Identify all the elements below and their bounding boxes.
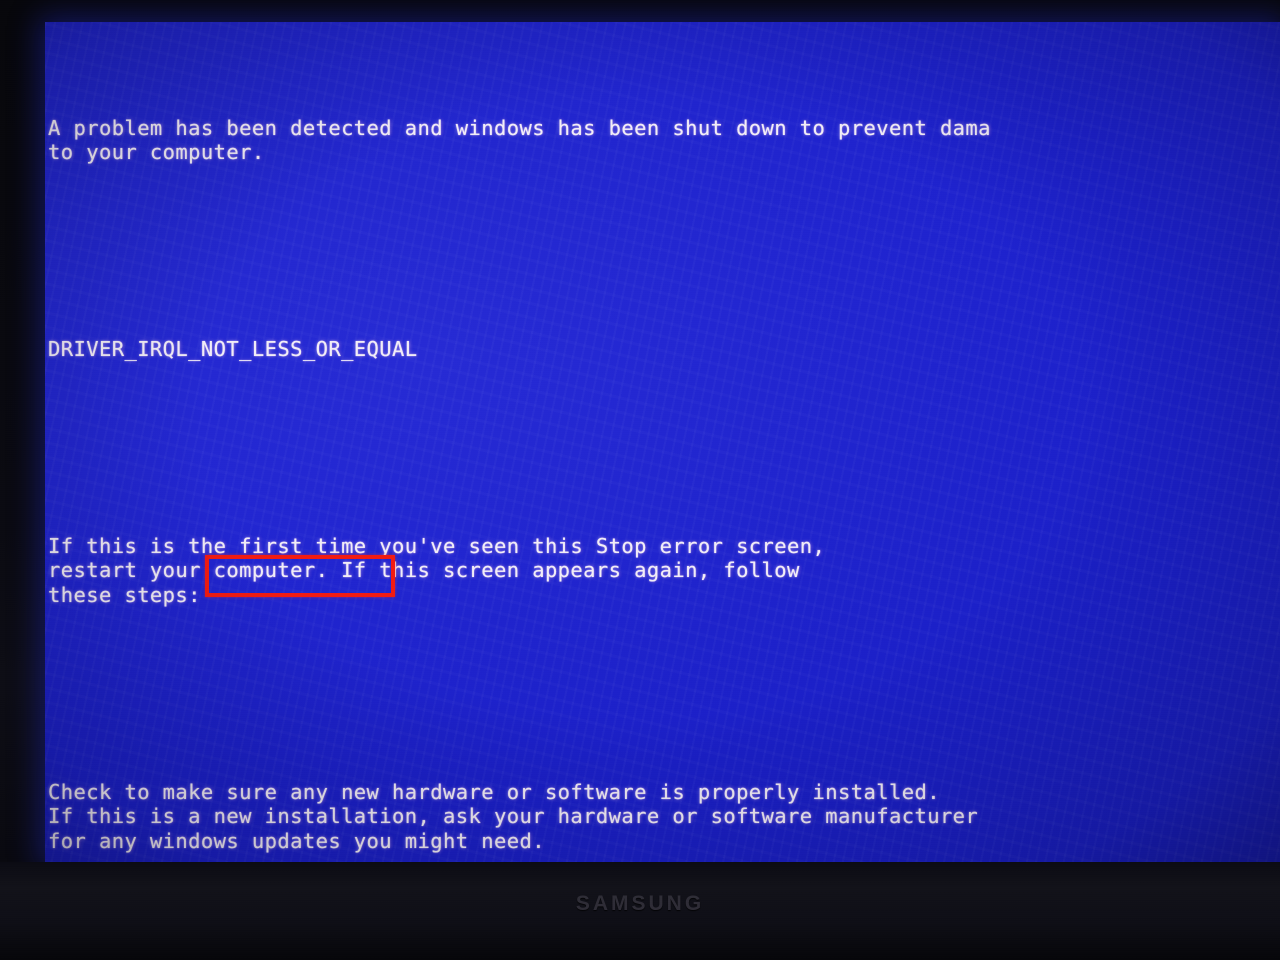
error-code-line: DRIVER_IRQL_NOT_LESS_OR_EQUAL xyxy=(48,337,1280,362)
bsod-text: A problem has been detected and windows … xyxy=(48,42,1280,862)
error-code: DRIVER_IRQL_NOT_LESS_OR_EQUAL xyxy=(48,337,418,362)
intro-line-2: to your computer. xyxy=(48,140,265,165)
photo-of-monitor: A problem has been detected and windows … xyxy=(0,0,1280,960)
check-hardware-paragraph: Check to make sure any new hardware or s… xyxy=(48,780,1280,854)
monitor-bezel: A problem has been detected and windows … xyxy=(0,0,1280,960)
first-time-line-2: restart your computer. If this screen ap… xyxy=(48,558,800,583)
intro-line-1: A problem has been detected and windows … xyxy=(48,115,991,140)
first-time-paragraph: If this is the first time you've seen th… xyxy=(48,534,1280,608)
blue-screen-of-death: A problem has been detected and windows … xyxy=(45,22,1280,862)
monitor-brand-logo: SAMSUNG xyxy=(575,892,705,915)
check-hardware-line-2: If this is a new installation, ask your … xyxy=(48,804,979,829)
intro-paragraph: A problem has been detected and windows … xyxy=(48,116,1280,165)
first-time-line-1: If this is the first time you've seen th… xyxy=(48,533,826,558)
check-hardware-line-1: Check to make sure any new hardware or s… xyxy=(48,779,940,804)
first-time-line-3: these steps: xyxy=(48,583,201,608)
check-hardware-line-3: for any windows updates you might need. xyxy=(48,829,545,853)
